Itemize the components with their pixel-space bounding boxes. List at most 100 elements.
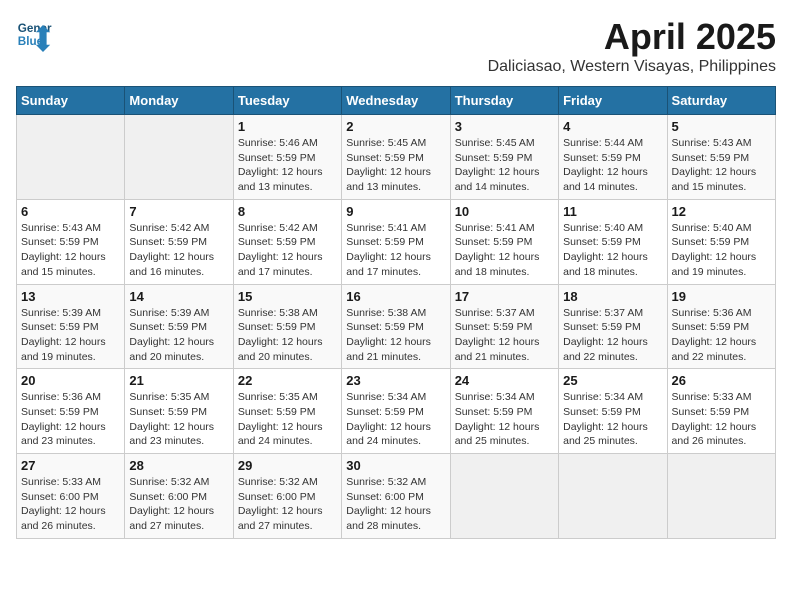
weekday-monday: Monday <box>125 87 233 115</box>
day-info: Sunrise: 5:43 AM Sunset: 5:59 PM Dayligh… <box>672 136 771 195</box>
day-info: Sunrise: 5:37 AM Sunset: 5:59 PM Dayligh… <box>563 306 662 365</box>
day-number: 10 <box>455 204 554 219</box>
day-number: 23 <box>346 373 445 388</box>
day-number: 14 <box>129 289 228 304</box>
calendar-cell: 10 Sunrise: 5:41 AM Sunset: 5:59 PM Dayli… <box>450 199 558 284</box>
weekday-friday: Friday <box>559 87 667 115</box>
calendar-cell: 20 Sunrise: 5:36 AM Sunset: 5:59 PM Dayli… <box>17 369 125 454</box>
calendar-cell <box>559 454 667 539</box>
day-info: Sunrise: 5:45 AM Sunset: 5:59 PM Dayligh… <box>346 136 445 195</box>
calendar-cell: 17 Sunrise: 5:37 AM Sunset: 5:59 PM Dayli… <box>450 284 558 369</box>
calendar-cell: 29Sunrise: 5:32 AM Sunset: 6:00 PM Dayli… <box>233 454 341 539</box>
calendar-week-4: 20 Sunrise: 5:36 AM Sunset: 5:59 PM Dayli… <box>17 369 776 454</box>
calendar-cell: 4 Sunrise: 5:44 AM Sunset: 5:59 PM Daylig… <box>559 115 667 200</box>
weekday-thursday: Thursday <box>450 87 558 115</box>
subtitle: Daliciasao, Western Visayas, Philippines <box>488 58 776 76</box>
calendar-cell: 27Sunrise: 5:33 AM Sunset: 6:00 PM Dayli… <box>17 454 125 539</box>
logo: General Blue <box>16 16 52 52</box>
calendar-cell: 15 Sunrise: 5:38 AM Sunset: 5:59 PM Dayli… <box>233 284 341 369</box>
calendar-cell: 28 Sunrise: 5:32 AM Sunset: 6:00 PM Dayli… <box>125 454 233 539</box>
day-number: 20 <box>21 373 120 388</box>
day-number: 22 <box>238 373 337 388</box>
day-info: Sunrise: 5:40 AM Sunset: 5:59 PM Dayligh… <box>672 221 771 280</box>
day-number: 12 <box>672 204 771 219</box>
day-info: Sunrise: 5:35 AM Sunset: 5:59 PM Dayligh… <box>129 390 228 449</box>
calendar-cell: 18 Sunrise: 5:37 AM Sunset: 5:59 PM Dayli… <box>559 284 667 369</box>
day-number: 21 <box>129 373 228 388</box>
day-info: Sunrise: 5:34 AM Sunset: 5:59 PM Dayligh… <box>455 390 554 449</box>
day-info: Sunrise: 5:42 AM Sunset: 5:59 PM Dayligh… <box>238 221 337 280</box>
calendar-cell: 19 Sunrise: 5:36 AM Sunset: 5:59 PM Dayli… <box>667 284 775 369</box>
day-number: 6 <box>21 204 120 219</box>
calendar-cell: 24 Sunrise: 5:34 AM Sunset: 5:59 PM Dayli… <box>450 369 558 454</box>
day-info: Sunrise: 5:44 AM Sunset: 5:59 PM Dayligh… <box>563 136 662 195</box>
day-info: Sunrise: 5:43 AM Sunset: 5:59 PM Dayligh… <box>21 221 120 280</box>
calendar-week-2: 6 Sunrise: 5:43 AM Sunset: 5:59 PM Daylig… <box>17 199 776 284</box>
calendar-cell: 9 Sunrise: 5:41 AM Sunset: 5:59 PM Daylig… <box>342 199 450 284</box>
day-info: Sunrise: 5:40 AM Sunset: 5:59 PM Dayligh… <box>563 221 662 280</box>
day-number: 15 <box>238 289 337 304</box>
day-number: 30 <box>346 458 445 473</box>
calendar-cell: 13Sunrise: 5:39 AM Sunset: 5:59 PM Dayli… <box>17 284 125 369</box>
day-info: Sunrise: 5:34 AM Sunset: 5:59 PM Dayligh… <box>346 390 445 449</box>
day-number: 19 <box>672 289 771 304</box>
calendar-cell: 12 Sunrise: 5:40 AM Sunset: 5:59 PM Dayli… <box>667 199 775 284</box>
main-title: April 2025 <box>488 16 776 58</box>
day-info: Sunrise: 5:45 AM Sunset: 5:59 PM Dayligh… <box>455 136 554 195</box>
calendar-cell: 2 Sunrise: 5:45 AM Sunset: 5:59 PM Daylig… <box>342 115 450 200</box>
day-info: Sunrise: 5:41 AM Sunset: 5:59 PM Dayligh… <box>346 221 445 280</box>
day-info: Sunrise: 5:37 AM Sunset: 5:59 PM Dayligh… <box>455 306 554 365</box>
day-number: 3 <box>455 119 554 134</box>
calendar-cell: 7 Sunrise: 5:42 AM Sunset: 5:59 PM Daylig… <box>125 199 233 284</box>
day-number: 24 <box>455 373 554 388</box>
calendar-cell: 26 Sunrise: 5:33 AM Sunset: 5:59 PM Dayli… <box>667 369 775 454</box>
day-info: Sunrise: 5:46 AM Sunset: 5:59 PM Dayligh… <box>238 136 337 195</box>
weekday-tuesday: Tuesday <box>233 87 341 115</box>
day-number: 13 <box>21 289 120 304</box>
day-info: Sunrise: 5:35 AM Sunset: 5:59 PM Dayligh… <box>238 390 337 449</box>
calendar-cell <box>125 115 233 200</box>
day-number: 25 <box>563 373 662 388</box>
title-area: April 2025 Daliciasao, Western Visayas, … <box>488 16 776 76</box>
calendar-cell: 25 Sunrise: 5:34 AM Sunset: 5:59 PM Dayli… <box>559 369 667 454</box>
calendar-cell: 3 Sunrise: 5:45 AM Sunset: 5:59 PM Daylig… <box>450 115 558 200</box>
weekday-sunday: Sunday <box>17 87 125 115</box>
day-number: 11 <box>563 204 662 219</box>
day-number: 16 <box>346 289 445 304</box>
calendar-cell <box>667 454 775 539</box>
day-number: 4 <box>563 119 662 134</box>
calendar-cell: 14Sunrise: 5:39 AM Sunset: 5:59 PM Dayli… <box>125 284 233 369</box>
day-number: 8 <box>238 204 337 219</box>
calendar-week-3: 13Sunrise: 5:39 AM Sunset: 5:59 PM Dayli… <box>17 284 776 369</box>
day-number: 29 <box>238 458 337 473</box>
day-info: Sunrise: 5:34 AM Sunset: 5:59 PM Dayligh… <box>563 390 662 449</box>
day-info: Sunrise: 5:41 AM Sunset: 5:59 PM Dayligh… <box>455 221 554 280</box>
day-number: 7 <box>129 204 228 219</box>
weekday-header-row: SundayMondayTuesdayWednesdayThursdayFrid… <box>17 87 776 115</box>
day-number: 26 <box>672 373 771 388</box>
calendar-cell: 5 Sunrise: 5:43 AM Sunset: 5:59 PM Daylig… <box>667 115 775 200</box>
calendar-cell <box>17 115 125 200</box>
day-info: Sunrise: 5:36 AM Sunset: 5:59 PM Dayligh… <box>672 306 771 365</box>
day-info: Sunrise: 5:42 AM Sunset: 5:59 PM Dayligh… <box>129 221 228 280</box>
calendar-week-5: 27Sunrise: 5:33 AM Sunset: 6:00 PM Dayli… <box>17 454 776 539</box>
day-info: Sunrise: 5:33 AM Sunset: 5:59 PM Dayligh… <box>672 390 771 449</box>
calendar-cell: 22 Sunrise: 5:35 AM Sunset: 5:59 PM Dayli… <box>233 369 341 454</box>
day-info: Sunrise: 5:36 AM Sunset: 5:59 PM Dayligh… <box>21 390 120 449</box>
svg-text:General: General <box>18 22 52 35</box>
calendar-cell: 21 Sunrise: 5:35 AM Sunset: 5:59 PM Dayli… <box>125 369 233 454</box>
day-info: Sunrise: 5:38 AM Sunset: 5:59 PM Dayligh… <box>238 306 337 365</box>
day-number: 2 <box>346 119 445 134</box>
day-info: Sunrise: 5:32 AM Sunset: 6:00 PM Dayligh… <box>346 475 445 534</box>
day-number: 28 <box>129 458 228 473</box>
calendar-cell: 1Sunrise: 5:46 AM Sunset: 5:59 PM Daylig… <box>233 115 341 200</box>
day-number: 9 <box>346 204 445 219</box>
calendar-cell: 30 Sunrise: 5:32 AM Sunset: 6:00 PM Dayli… <box>342 454 450 539</box>
logo-icon: General Blue <box>16 16 52 52</box>
day-info: Sunrise: 5:33 AM Sunset: 6:00 PM Dayligh… <box>21 475 120 534</box>
day-info: Sunrise: 5:32 AM Sunset: 6:00 PM Dayligh… <box>129 475 228 534</box>
calendar-cell: 23 Sunrise: 5:34 AM Sunset: 5:59 PM Dayli… <box>342 369 450 454</box>
day-number: 5 <box>672 119 771 134</box>
day-number: 17 <box>455 289 554 304</box>
day-number: 18 <box>563 289 662 304</box>
